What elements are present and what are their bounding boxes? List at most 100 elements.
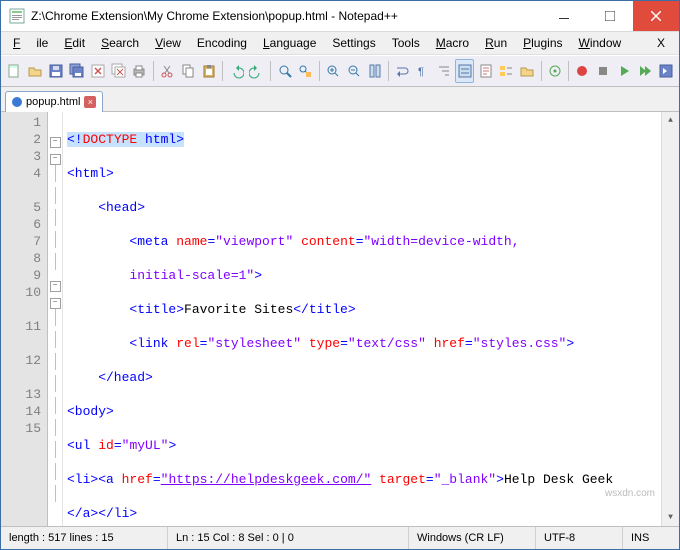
- fold-line: [55, 309, 56, 326]
- func-list-icon[interactable]: [497, 59, 516, 83]
- menu-edit[interactable]: Edit: [56, 34, 93, 52]
- save-icon[interactable]: [47, 59, 66, 83]
- show-all-chars-icon[interactable]: ¶: [414, 59, 433, 83]
- fold-line: [55, 485, 56, 502]
- line-num: [1, 301, 41, 318]
- fold-line: [55, 165, 56, 182]
- status-eol[interactable]: Windows (CR LF): [409, 527, 536, 549]
- stop-macro-icon[interactable]: [594, 59, 613, 83]
- copy-icon[interactable]: [178, 59, 197, 83]
- toolbar: ¶: [1, 55, 679, 87]
- status-length: length : 517 lines : 15: [1, 527, 168, 549]
- menu-tools[interactable]: Tools: [384, 34, 428, 52]
- cut-icon[interactable]: [158, 59, 177, 83]
- line-num: 2: [1, 131, 41, 148]
- line-num: 13: [1, 386, 41, 403]
- fold-column: − − − −: [48, 112, 63, 526]
- line-num: [1, 182, 41, 199]
- print-icon[interactable]: [130, 59, 149, 83]
- monitoring-icon[interactable]: [545, 59, 564, 83]
- window-title: Z:\Chrome Extension\My Chrome Extension\…: [31, 9, 541, 23]
- minimize-button[interactable]: [541, 1, 587, 31]
- indent-guide-icon[interactable]: [435, 59, 454, 83]
- menu-plugins[interactable]: Plugins: [515, 34, 570, 52]
- menu-encoding[interactable]: Encoding: [189, 34, 255, 52]
- scroll-up-icon[interactable]: ▲: [662, 112, 679, 129]
- editor: 1 2 3 4 5 6 7 8 9 10 11 12 13 14 15 − −: [1, 112, 679, 526]
- menu-macro[interactable]: Macro: [428, 34, 477, 52]
- open-file-icon[interactable]: [26, 59, 45, 83]
- app-window: Z:\Chrome Extension\My Chrome Extension\…: [0, 0, 680, 550]
- undo-icon[interactable]: [227, 59, 246, 83]
- menu-window[interactable]: Window: [571, 34, 630, 52]
- scroll-track[interactable]: [662, 129, 679, 509]
- menu-settings[interactable]: Settings: [324, 34, 383, 52]
- line-num: 4: [1, 165, 41, 182]
- code-area[interactable]: <!DOCTYPE html> <html> <head> <meta name…: [63, 112, 661, 526]
- svg-text:¶: ¶: [418, 66, 424, 78]
- redo-icon[interactable]: [248, 59, 267, 83]
- line-num: 11: [1, 318, 41, 335]
- line-num: 15: [1, 420, 41, 437]
- close-all-icon[interactable]: [109, 59, 128, 83]
- status-encoding[interactable]: UTF-8: [536, 527, 623, 549]
- menu-run[interactable]: Run: [477, 34, 515, 52]
- status-mode[interactable]: INS: [623, 527, 679, 549]
- zoom-in-icon[interactable]: [324, 59, 343, 83]
- zoom-out-icon[interactable]: [344, 59, 363, 83]
- fold-line: [55, 353, 56, 370]
- sync-v-icon[interactable]: [365, 59, 384, 83]
- wordwrap-icon[interactable]: [393, 59, 412, 83]
- menu-search[interactable]: Search: [93, 34, 147, 52]
- scroll-down-icon[interactable]: ▼: [662, 509, 679, 526]
- tabbar: popup.html ×: [1, 87, 679, 112]
- doc-map-icon[interactable]: [476, 59, 495, 83]
- save-all-icon[interactable]: [67, 59, 86, 83]
- record-macro-icon[interactable]: [573, 59, 592, 83]
- fold-line: [55, 209, 56, 226]
- tab-close-icon[interactable]: ×: [84, 96, 96, 108]
- line-num: 1: [1, 114, 41, 131]
- replace-icon[interactable]: [296, 59, 315, 83]
- find-icon[interactable]: [275, 59, 294, 83]
- line-num: 10: [1, 284, 41, 301]
- vertical-scrollbar[interactable]: ▲ ▼: [661, 112, 679, 526]
- watermark: wsxdn.com: [605, 485, 655, 502]
- line-num: 6: [1, 216, 41, 233]
- fold-toggle-icon[interactable]: −: [50, 281, 61, 292]
- play-macro-multi-icon[interactable]: [636, 59, 655, 83]
- toolbar-separator: [568, 61, 569, 81]
- menu-language[interactable]: Language: [255, 34, 324, 52]
- close-file-icon[interactable]: [88, 59, 107, 83]
- menu-file[interactable]: File: [5, 34, 56, 52]
- menu-view[interactable]: View: [147, 34, 189, 52]
- line-num: 5: [1, 199, 41, 216]
- fold-line: [55, 419, 56, 436]
- tab-popup-html[interactable]: popup.html ×: [5, 91, 103, 112]
- fold-toggle-icon[interactable]: −: [50, 298, 61, 309]
- fold-line: [55, 397, 56, 414]
- fold-line: [55, 231, 56, 248]
- fold-toggle-icon[interactable]: −: [50, 137, 61, 148]
- file-modified-icon: [12, 97, 22, 107]
- fold-toggle-icon[interactable]: −: [50, 154, 61, 165]
- fold-line: [55, 253, 56, 270]
- paste-icon[interactable]: [199, 59, 218, 83]
- menubar: File Edit Search View Encoding Language …: [1, 32, 679, 55]
- menu-x[interactable]: X: [647, 34, 675, 52]
- toolbar-separator: [222, 61, 223, 81]
- play-macro-icon[interactable]: [615, 59, 634, 83]
- new-file-icon[interactable]: [5, 59, 24, 83]
- maximize-button[interactable]: [587, 1, 633, 31]
- line-num: 8: [1, 250, 41, 267]
- fold-line: [55, 375, 56, 392]
- toolbar-separator: [388, 61, 389, 81]
- line-num: 12: [1, 352, 41, 369]
- toolbar-separator: [153, 61, 154, 81]
- user-lang-icon[interactable]: [455, 59, 474, 83]
- folder-icon[interactable]: [518, 59, 537, 83]
- app-icon: [9, 8, 25, 24]
- save-macro-icon[interactable]: [656, 59, 675, 83]
- close-button[interactable]: [633, 1, 679, 31]
- status-position: Ln : 15 Col : 8 Sel : 0 | 0: [168, 527, 409, 549]
